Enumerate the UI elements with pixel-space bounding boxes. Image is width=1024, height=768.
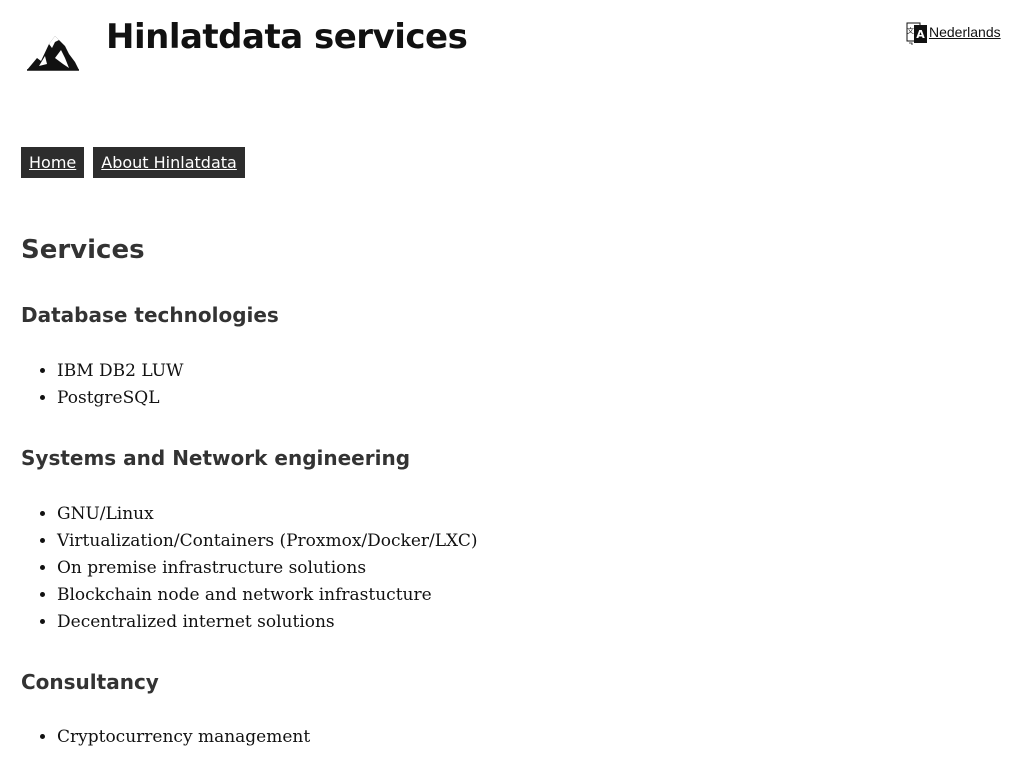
list-item: PostgreSQL	[57, 385, 184, 412]
service-list-consultancy: Cryptocurrency management	[21, 724, 310, 751]
nav-item-home[interactable]: Home	[21, 147, 85, 178]
section-title-database: Database technologies	[21, 303, 279, 327]
list-item: IBM DB2 LUW	[57, 358, 184, 385]
nav-item-about[interactable]: About Hinlatdata	[93, 147, 245, 178]
list-item: On premise infrastructure solutions	[57, 555, 477, 582]
service-list-database: IBM DB2 LUW PostgreSQL	[21, 358, 184, 412]
list-item: Decentralized internet solutions	[57, 609, 477, 636]
page-heading: Services	[21, 235, 145, 265]
list-item: Cryptocurrency management	[57, 724, 310, 751]
site-title: Hinlatdata services	[106, 17, 468, 57]
list-item: Virtualization/Containers (Proxmox/Docke…	[57, 528, 477, 555]
svg-text:文: 文	[907, 26, 914, 35]
section-title-systems: Systems and Network engineering	[21, 446, 411, 470]
list-item: GNU/Linux	[57, 501, 477, 528]
main-navigation: Home About Hinlatdata	[21, 147, 245, 178]
language-link-nederlands[interactable]: Nederlands	[929, 24, 1001, 40]
translate-icon: A 文	[906, 22, 927, 45]
mountain-logo-icon	[27, 36, 79, 71]
section-title-consultancy: Consultancy	[21, 670, 159, 694]
site-logo[interactable]	[25, 28, 81, 76]
list-item: Blockchain node and network infrastuctur…	[57, 582, 477, 609]
language-switcher[interactable]: A 文 Nederlands	[906, 20, 1001, 46]
service-list-systems: GNU/Linux Virtualization/Containers (Pro…	[21, 501, 477, 636]
svg-text:A: A	[916, 28, 925, 41]
